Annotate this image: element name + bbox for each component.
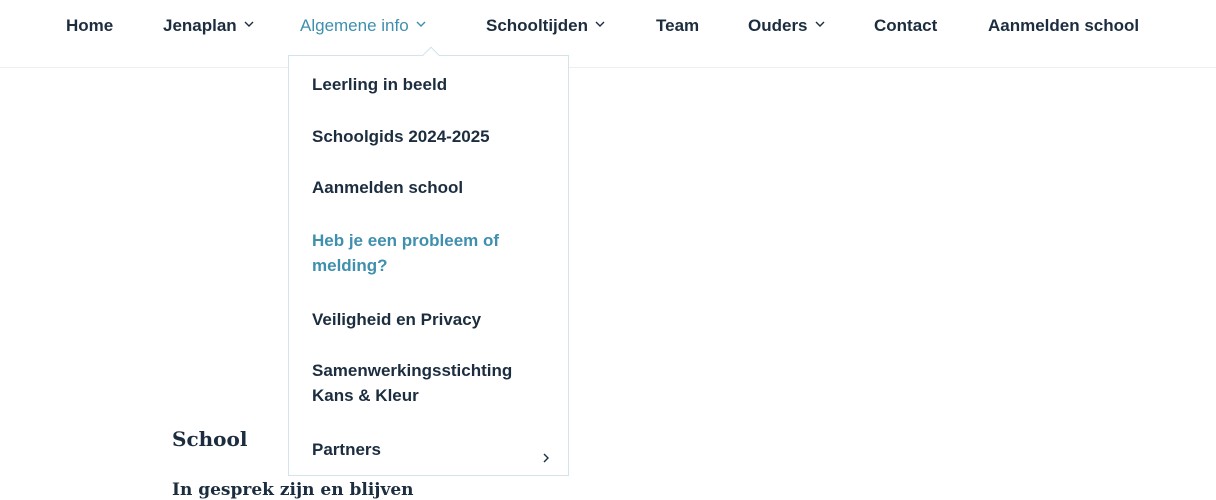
nav-item-team[interactable]: Team: [656, 14, 699, 38]
nav-item-label: Aanmelden school: [988, 16, 1140, 35]
page-subheading: In gesprek zijn en blijven: [172, 480, 414, 500]
submenu-algemene-info: Leerling in beeld Schoolgids 2024-2025 A…: [288, 55, 569, 476]
chevron-down-icon: [415, 18, 427, 30]
nav-item-label: Team: [656, 16, 700, 35]
nav-item-aanmelden-school[interactable]: Aanmelden school: [988, 14, 1139, 38]
nav-item-label: Home: [66, 16, 114, 35]
nav-item-label: Algemene info: [300, 16, 409, 35]
submenu-item-schoolgids[interactable]: Schoolgids 2024-2025: [312, 124, 552, 149]
page-heading: School: [172, 427, 248, 451]
nav-item-schooltijden[interactable]: Schooltijden: [486, 14, 606, 38]
submenu-item-partners[interactable]: Partners: [312, 437, 568, 463]
nav-item-ouders[interactable]: Ouders: [748, 14, 826, 38]
chevron-down-icon: [594, 18, 606, 30]
submenu-item-kans-en-kleur[interactable]: Samenwerkingsstichting Kans & Kleur: [312, 358, 552, 408]
nav-item-algemene-info[interactable]: Algemene info: [300, 14, 427, 38]
submenu-item-aanmelden-school[interactable]: Aanmelden school: [312, 175, 552, 200]
submenu-item-veiligheid-privacy[interactable]: Veiligheid en Privacy: [312, 307, 552, 332]
chevron-right-icon: [542, 445, 550, 463]
nav-item-home[interactable]: Home: [66, 14, 113, 38]
chevron-down-icon: [814, 18, 826, 30]
nav-item-label: Ouders: [748, 16, 808, 35]
main-navigation: Home Jenaplan Algemene info Schooltijden…: [0, 0, 1216, 68]
nav-item-contact[interactable]: Contact: [874, 14, 937, 38]
submenu-item-leerling-in-beeld[interactable]: Leerling in beeld: [312, 72, 552, 97]
submenu-item-label: Partners: [312, 440, 381, 459]
nav-item-label: Jenaplan: [163, 16, 237, 35]
nav-item-jenaplan[interactable]: Jenaplan: [163, 14, 255, 38]
nav-item-label: Contact: [874, 16, 938, 35]
submenu-item-probleem-melding[interactable]: Heb je een probleem of melding?: [312, 228, 532, 278]
chevron-down-icon: [243, 18, 255, 30]
nav-item-label: Schooltijden: [486, 16, 588, 35]
